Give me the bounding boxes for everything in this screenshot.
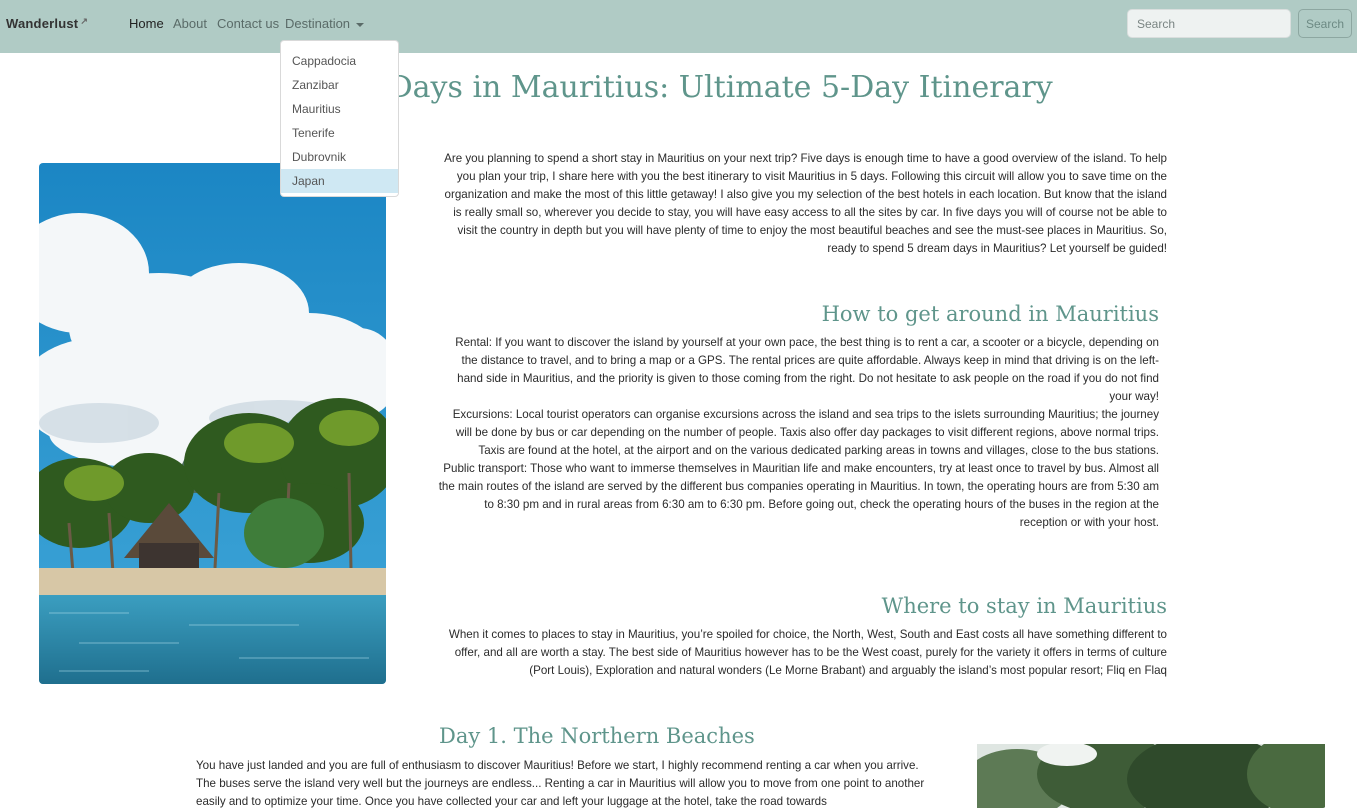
dropdown-item-tenerife[interactable]: Tenerife — [281, 121, 398, 145]
intro-text: Are you planning to spend a short stay i… — [444, 152, 1167, 255]
section-heading-where-to-stay: Where to stay in Mauritius — [881, 594, 1167, 618]
day-1-paragraph: You have just landed and you are full of… — [196, 759, 925, 808]
where-to-stay-paragraph: When it comes to places to stay in Mauri… — [448, 628, 1167, 677]
plane-icon: ↗ — [80, 16, 89, 26]
excursions-paragraph: Excursions: Local tourist operators can … — [452, 408, 1159, 457]
nav-destination-dropdown[interactable]: Destination — [285, 16, 365, 31]
caret-down-icon — [356, 22, 365, 27]
page-title: 5 Days in Mauritius: Ultimate 5-Day Itin… — [360, 70, 1053, 105]
nav-about-link[interactable]: About — [173, 16, 207, 31]
navbar: Wanderlust ↗ Home About Contact us Destin… — [0, 0, 1357, 53]
search-button[interactable]: Search — [1298, 9, 1352, 38]
section-heading-getting-around: How to get around in Mauritius — [821, 302, 1159, 326]
brand-name: Wanderlust — [6, 16, 79, 31]
public-transport-paragraph: Public transport: Those who want to imme… — [438, 462, 1159, 529]
where-to-stay-text: When it comes to places to stay in Mauri… — [437, 626, 1167, 680]
rental-paragraph: Rental: If you want to discover the isla… — [455, 336, 1159, 403]
destination-dropdown-menu: Cappadocia Zanzibar Mauritius Tenerife D… — [280, 40, 399, 197]
dropdown-item-cappadocia[interactable]: Cappadocia — [281, 49, 398, 73]
nav-home-link[interactable]: Home — [129, 16, 164, 31]
day-1-text: You have just landed and you are full of… — [196, 757, 926, 811]
search-input[interactable] — [1127, 9, 1291, 38]
getting-around-text: Rental: If you want to discover the isla… — [437, 334, 1159, 532]
nav-contact-link[interactable]: Contact us — [217, 16, 279, 31]
mauritius-beach-image — [39, 163, 386, 684]
nav-destination-label: Destination — [285, 16, 351, 31]
dropdown-item-zanzibar[interactable]: Zanzibar — [281, 73, 398, 97]
dropdown-item-dubrovnik[interactable]: Dubrovnik — [281, 145, 398, 169]
beach-illustration — [39, 163, 386, 684]
dropdown-item-japan[interactable]: Japan — [281, 169, 398, 193]
forest-illustration — [977, 744, 1325, 808]
section-heading-day-1: Day 1. The Northern Beaches — [439, 724, 755, 748]
dropdown-item-mauritius[interactable]: Mauritius — [281, 97, 398, 121]
intro-paragraph: Are you planning to spend a short stay i… — [437, 150, 1167, 258]
northern-beaches-image — [977, 744, 1325, 808]
brand-logo[interactable]: Wanderlust ↗ — [6, 16, 88, 31]
